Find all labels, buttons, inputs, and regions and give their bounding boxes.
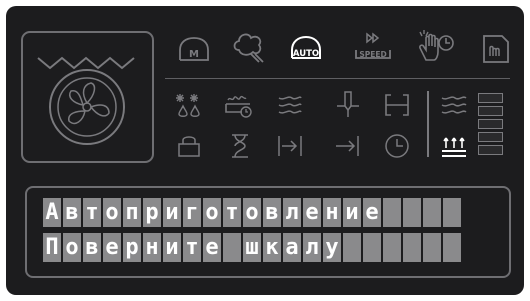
display-char-cell: в [63, 198, 81, 227]
temperature-probe-icon[interactable] [334, 90, 362, 118]
display-char-cell [403, 233, 421, 262]
level-segment [478, 145, 503, 155]
display-char-cell: т [223, 198, 241, 227]
convection-fan-icon [37, 56, 135, 145]
delay-start-icon[interactable] [334, 132, 362, 160]
display-char-cell: л [303, 233, 321, 262]
display-char-cell: о [243, 198, 261, 227]
clock-icon[interactable] [383, 132, 411, 160]
display-char-cell [343, 233, 361, 262]
display-char-cell [443, 233, 461, 262]
display-char-cell: е [303, 198, 321, 227]
display-char-cell [443, 198, 461, 227]
display-char-cell: о [103, 198, 121, 227]
display-char-cell: а [283, 233, 301, 262]
humidity-icon[interactable] [440, 92, 468, 120]
display-char-cell: л [283, 198, 301, 227]
display-char-cell: в [83, 233, 101, 262]
display-char-cell: и [343, 198, 361, 227]
display-char-cell [223, 233, 241, 262]
display-char-cell: и [163, 233, 181, 262]
display-char-cell [383, 198, 401, 227]
display-char-cell: П [43, 233, 61, 262]
display-char-cell [403, 198, 421, 227]
display-line-2: Повернитешкалу [43, 233, 461, 262]
display-char-cell: о [63, 233, 81, 262]
display-char-cell [423, 198, 441, 227]
hourglass-icon[interactable] [226, 132, 254, 160]
display-char-cell: ш [243, 233, 261, 262]
oven-cavity-indicator [21, 31, 154, 163]
display-char-cell: и [163, 198, 181, 227]
auto-mode-icon[interactable]: AUTO [286, 28, 326, 68]
grill-timer-icon[interactable] [224, 92, 252, 120]
display-char-cell: п [123, 198, 141, 227]
defrost-icon[interactable] [175, 92, 203, 120]
display-char-cell: е [203, 233, 221, 262]
panel-divider-horizontal [165, 78, 510, 79]
hand-cleaning-timer-icon[interactable] [416, 26, 456, 66]
display-char-cell: р [143, 198, 161, 227]
svg-text:AUTO: AUTO [293, 49, 319, 59]
level-segment [478, 119, 503, 129]
display-char-cell: у [323, 233, 341, 262]
display-char-cell: т [83, 198, 101, 227]
steam-clean-icon[interactable] [229, 28, 269, 68]
frame-icon[interactable] [383, 91, 411, 119]
display-char-cell: е [363, 198, 381, 227]
display-char-cell [423, 233, 441, 262]
display-char-cell [363, 233, 381, 262]
display-char-cell [383, 233, 401, 262]
save-favorite-icon[interactable] [476, 30, 516, 70]
svg-text:SPEED: SPEED [359, 50, 386, 59]
display-char-cell: н [323, 198, 341, 227]
display-char-cell: в [263, 198, 281, 227]
child-lock-icon[interactable] [175, 132, 203, 160]
manual-mode-icon[interactable]: M [174, 30, 214, 70]
panel-divider-vertical [427, 91, 429, 157]
bottom-heat-icon[interactable] [440, 132, 468, 160]
end-time-icon[interactable] [276, 132, 304, 160]
display-line-1: Автоприготовление [43, 198, 461, 227]
level-segment [478, 106, 503, 116]
speed-mode-icon[interactable]: SPEED [353, 28, 393, 68]
display-char-cell: А [43, 198, 61, 227]
display-char-cell: е [103, 233, 121, 262]
level-segment [478, 132, 503, 142]
heat-waves-icon[interactable] [276, 92, 304, 120]
display-char-cell: р [123, 233, 141, 262]
display-char-cell: г [183, 198, 201, 227]
svg-text:M: M [189, 49, 199, 60]
display-char-cell: о [203, 198, 221, 227]
display-char-cell: к [263, 233, 281, 262]
display-char-cell: н [143, 233, 161, 262]
display-char-cell: т [183, 233, 201, 262]
level-segment [478, 93, 503, 103]
